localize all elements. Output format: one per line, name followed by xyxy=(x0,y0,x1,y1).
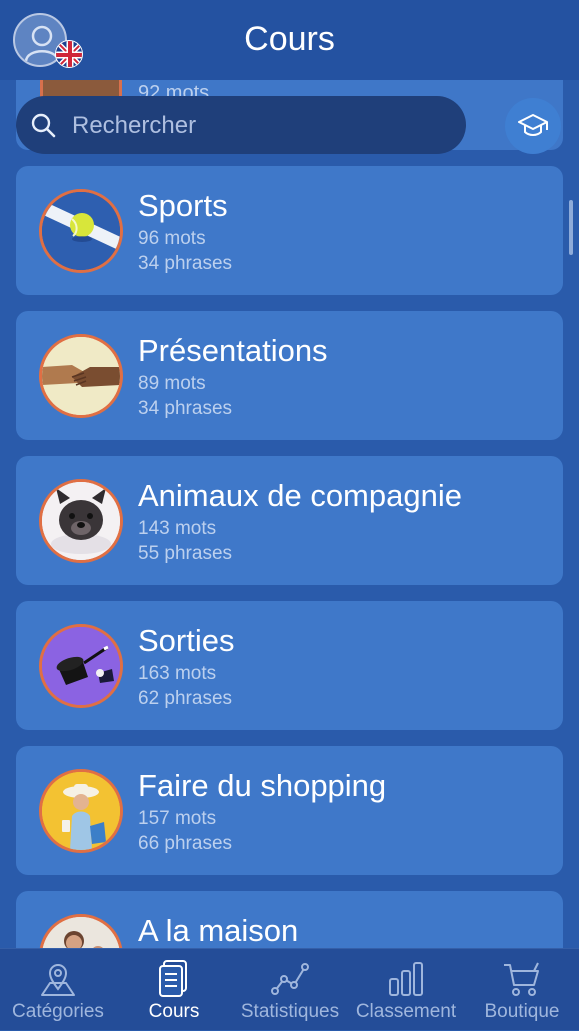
course-card-sports[interactable]: Sports 96 mots 34 phrases xyxy=(16,166,563,295)
course-thumbnail xyxy=(39,479,123,563)
tennis-ball-icon xyxy=(42,192,120,270)
course-thumbnail xyxy=(39,914,123,948)
course-title: Sorties xyxy=(138,623,235,658)
search-input[interactable] xyxy=(70,108,454,144)
course-card-maison[interactable]: A la maison xyxy=(16,891,563,948)
dog-icon xyxy=(42,482,120,560)
course-phrase-count: 34 phrases xyxy=(138,253,233,274)
tab-label: Statistiques xyxy=(240,1001,340,1022)
tab-statistiques[interactable]: Statistiques xyxy=(232,949,348,1031)
map-pin-icon xyxy=(41,964,75,996)
course-card-shopping[interactable]: Faire du shopping 157 mots 66 phrases xyxy=(16,746,563,875)
course-card-sorties[interactable]: Sorties 163 mots 62 phrases xyxy=(16,601,563,730)
search-bar[interactable] xyxy=(16,96,466,154)
course-word-count: 143 mots xyxy=(138,518,217,539)
page-title: Cours xyxy=(244,20,335,58)
tab-boutique[interactable]: Boutique xyxy=(464,949,579,1031)
course-card-presentations[interactable]: Présentations 89 mots 34 phrases xyxy=(16,311,563,440)
family-icon xyxy=(42,917,120,948)
handshake-icon xyxy=(42,337,120,415)
scrollbar[interactable] xyxy=(569,200,573,255)
line-chart-icon xyxy=(271,963,309,995)
course-word-count: 96 mots xyxy=(138,228,206,249)
course-phrase-count: 55 phrases xyxy=(138,543,233,564)
graduation-cap-icon xyxy=(518,114,548,136)
course-phrase-count: 34 phrases xyxy=(138,398,233,419)
course-word-count: 163 mots xyxy=(138,663,217,684)
course-thumbnail xyxy=(39,334,123,418)
tab-label: Cours xyxy=(148,1001,200,1022)
bar-chart-icon xyxy=(389,962,423,996)
tab-label: Catégories xyxy=(12,1001,104,1022)
course-phrase-count: 66 phrases xyxy=(138,833,233,854)
course-word-count: 157 mots xyxy=(138,808,217,829)
course-list[interactable]: 92 mots Sports 96 mots 34 phrases xyxy=(0,80,579,948)
tab-label: Classement xyxy=(355,1001,457,1022)
cart-icon xyxy=(504,962,539,996)
course-title: Faire du shopping xyxy=(138,768,387,803)
graduation-cap-button[interactable] xyxy=(505,98,561,154)
magic-hat-icon xyxy=(42,627,120,705)
course-title: A la maison xyxy=(138,913,299,948)
tab-categories[interactable]: Catégories xyxy=(0,949,116,1031)
course-phrase-count: 62 phrases xyxy=(138,688,233,709)
course-word-count: 89 mots xyxy=(138,373,206,394)
course-thumbnail xyxy=(39,624,123,708)
course-title: Sports xyxy=(138,188,228,223)
shopper-icon xyxy=(42,772,120,850)
course-card-animaux[interactable]: Animaux de compagnie 143 mots 55 phrases xyxy=(16,456,563,585)
tab-cours[interactable]: Cours xyxy=(116,949,232,1031)
cards-icon xyxy=(159,960,187,997)
course-title: Présentations xyxy=(138,333,328,368)
search-icon xyxy=(31,113,56,138)
app-header: Cours xyxy=(0,0,579,80)
course-thumbnail xyxy=(39,769,123,853)
bottom-tab-bar: Catégories Cours Statistiques Classement xyxy=(0,948,579,1030)
course-title: Animaux de compagnie xyxy=(138,478,462,513)
tab-label: Boutique xyxy=(484,1001,560,1022)
tab-classement[interactable]: Classement xyxy=(348,949,464,1031)
course-thumbnail xyxy=(39,189,123,273)
